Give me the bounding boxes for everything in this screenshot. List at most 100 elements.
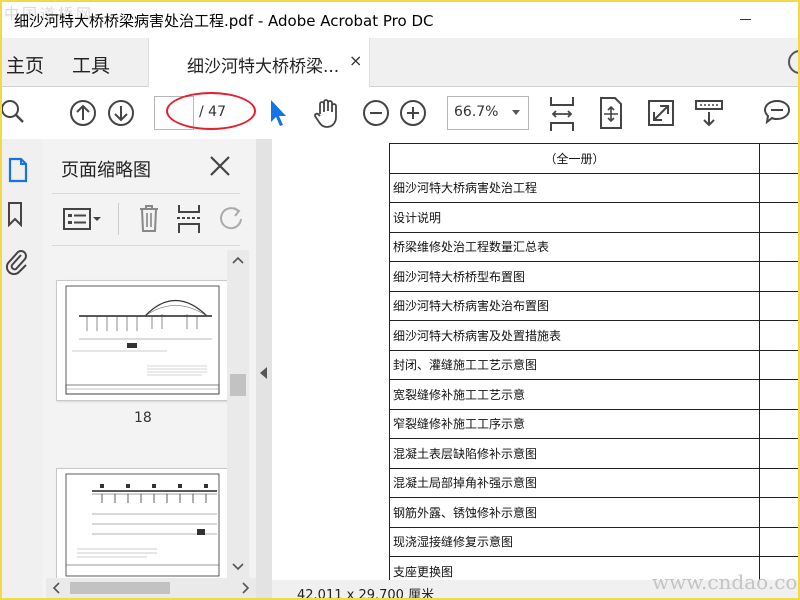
title-bar: 中国道桥网 细沙河特大桥桥梁病害处治工程.pdf - Adobe Acrobat… — [2, 2, 798, 38]
document-row: 设计说明 — [389, 202, 798, 233]
tab-document[interactable]: 细沙河特大桥桥梁... × — [148, 38, 370, 87]
panel-divider — [52, 245, 240, 246]
document-empty-cell — [759, 231, 798, 262]
document-empty-cell — [759, 349, 798, 380]
fullscreen-icon[interactable] — [647, 99, 675, 127]
vertical-scroll-thumb[interactable] — [230, 374, 246, 396]
document-view[interactable]: （全一册） 细沙河特大桥病害处治工程 设计说明 桥梁维修处治工程数量汇总表 细沙河特大桥… — [272, 139, 798, 598]
document-tab-label: 细沙河特大桥桥梁... — [187, 57, 340, 77]
document-empty-cell — [759, 143, 798, 174]
document-row: 混凝土局部掉角补强示意图 — [389, 467, 798, 498]
document-item-cell: 桥梁维修处治工程数量汇总表 — [389, 231, 760, 262]
tab-home[interactable]: 主页 — [6, 51, 44, 78]
document-empty-cell — [759, 408, 798, 439]
rotate-icon[interactable] — [220, 205, 244, 233]
page-down-icon[interactable] — [107, 99, 135, 127]
document-empty-cell — [759, 379, 798, 410]
document-empty-cell — [759, 202, 798, 233]
page-up-icon[interactable] — [69, 99, 97, 127]
annotation-ellipse — [166, 92, 256, 130]
delete-icon[interactable] — [137, 203, 161, 233]
zoom-select[interactable]: 66.7% — [447, 96, 529, 130]
document-row: 钢筋外露、锈蚀修补示意图 — [389, 497, 798, 528]
document-empty-cell — [759, 526, 798, 557]
attachment-icon[interactable] — [4, 245, 28, 275]
thumbnail-page[interactable] — [56, 280, 229, 401]
document-item-cell: 混凝土表层缺陷修补示意图 — [389, 438, 760, 469]
document-item-cell: 钢筋外露、锈蚀修补示意图 — [389, 497, 760, 528]
document-empty-cell — [759, 290, 798, 321]
thumbnails-panel: 页面缩略图 18 — [42, 139, 257, 598]
tabs-bar: 主页 工具 细沙河特大桥桥梁... × — [2, 38, 798, 87]
zoom-value: 66.7% — [454, 104, 499, 120]
scroll-right-arrow-icon[interactable] — [242, 582, 250, 594]
document-row: 现浇湿接缝修复示意图 — [389, 526, 798, 557]
main-toolbar — [2, 87, 798, 140]
scroll-up-arrow-icon[interactable] — [232, 256, 244, 264]
search-icon[interactable] — [2, 97, 28, 127]
left-rail — [2, 139, 42, 598]
document-empty-cell — [759, 261, 798, 292]
document-item-cell: 细沙河特大桥病害处治工程 — [389, 172, 760, 203]
document-item-cell: 细沙河特大桥病害处治布置图 — [389, 290, 760, 321]
document-header-cell: （全一册） — [389, 143, 760, 174]
app-window: 中国道桥网 细沙河特大桥桥梁病害处治工程.pdf - Adobe Acrobat… — [0, 0, 800, 600]
document-row: （全一册） — [389, 143, 798, 174]
fit-page-icon[interactable] — [598, 96, 624, 130]
document-table: （全一册） 细沙河特大桥病害处治工程 设计说明 桥梁维修处治工程数量汇总表 细沙河特大桥… — [389, 143, 798, 587]
panel-collapse-handle[interactable] — [256, 139, 272, 598]
bookmark-icon[interactable] — [7, 201, 23, 227]
scroll-mode-icon[interactable] — [694, 99, 724, 129]
fit-width-icon[interactable] — [547, 95, 577, 133]
tab-tools[interactable]: 工具 — [72, 51, 110, 78]
document-empty-cell — [759, 172, 798, 203]
hand-tool-icon[interactable] — [311, 97, 343, 129]
document-row: 窄裂缝修补施工工序示意 — [389, 408, 798, 439]
document-empty-cell — [759, 438, 798, 469]
thumbnail-drawing — [65, 473, 220, 577]
document-item-cell: 现浇湿接缝修复示意图 — [389, 526, 760, 557]
close-tab-button[interactable]: × — [349, 51, 362, 70]
scroll-down-arrow-icon[interactable] — [232, 563, 244, 571]
window-title: 细沙河特大桥桥梁病害处治工程.pdf - Adobe Acrobat Pro D… — [14, 12, 434, 30]
document-row: 细沙河特大桥病害及处置措施表 — [389, 320, 798, 351]
document-empty-cell — [759, 497, 798, 528]
close-icon[interactable] — [209, 155, 231, 177]
thumbnail-label: 18 — [134, 410, 152, 426]
thumbnails-horizontal-scrollbar[interactable] — [46, 578, 256, 598]
thumbnail-panel-icon[interactable] — [7, 157, 29, 183]
zoom-out-icon[interactable] — [362, 99, 390, 127]
document-empty-cell — [759, 467, 798, 498]
document-row: 细沙河特大桥病害处治工程 — [389, 172, 798, 203]
comment-icon[interactable] — [762, 97, 792, 127]
thumbnail-drawing — [65, 285, 220, 395]
document-empty-cell — [759, 320, 798, 351]
panel-title: 页面缩略图 — [61, 160, 151, 181]
insert-page-icon[interactable] — [176, 203, 202, 235]
document-item-cell: 设计说明 — [389, 202, 760, 233]
document-row: 混凝土表层缺陷修补示意图 — [389, 438, 798, 469]
thumbnail-options-icon[interactable] — [62, 207, 102, 231]
thumbnail-page[interactable] — [56, 468, 229, 580]
document-item-cell: 混凝土局部掉角补强示意图 — [389, 467, 760, 498]
toolbar-separator — [118, 203, 119, 235]
document-row: 宽裂缝修补施工工艺示意 — [389, 379, 798, 410]
collapse-arrow-icon — [260, 367, 267, 379]
thumbnails-vertical-scrollbar[interactable] — [227, 250, 249, 579]
chevron-down-icon — [512, 110, 520, 115]
panel-divider — [52, 193, 240, 194]
scroll-left-arrow-icon[interactable] — [52, 582, 60, 594]
horizontal-scroll-thumb[interactable] — [70, 582, 170, 594]
document-item-cell: 窄裂缝修补施工工序示意 — [389, 408, 760, 439]
minimize-icon[interactable] — [740, 19, 751, 20]
account-icon[interactable] — [788, 50, 798, 74]
document-item-cell: 细沙河特大桥病害及处置措施表 — [389, 320, 760, 351]
page-size-readout: 42.011 x 29.700 厘米 — [297, 588, 435, 600]
document-row: 封闭、灌缝施工工艺示意图 — [389, 349, 798, 380]
document-item-cell: 封闭、灌缝施工工艺示意图 — [389, 349, 760, 380]
zoom-in-icon[interactable] — [399, 99, 427, 127]
document-row: 细沙河特大桥桥型布置图 — [389, 261, 798, 292]
document-item-cell: 宽裂缝修补施工工艺示意 — [389, 379, 760, 410]
select-arrow-icon[interactable] — [268, 98, 290, 128]
watermark-bottom-right: www.cndao.com — [652, 570, 800, 594]
